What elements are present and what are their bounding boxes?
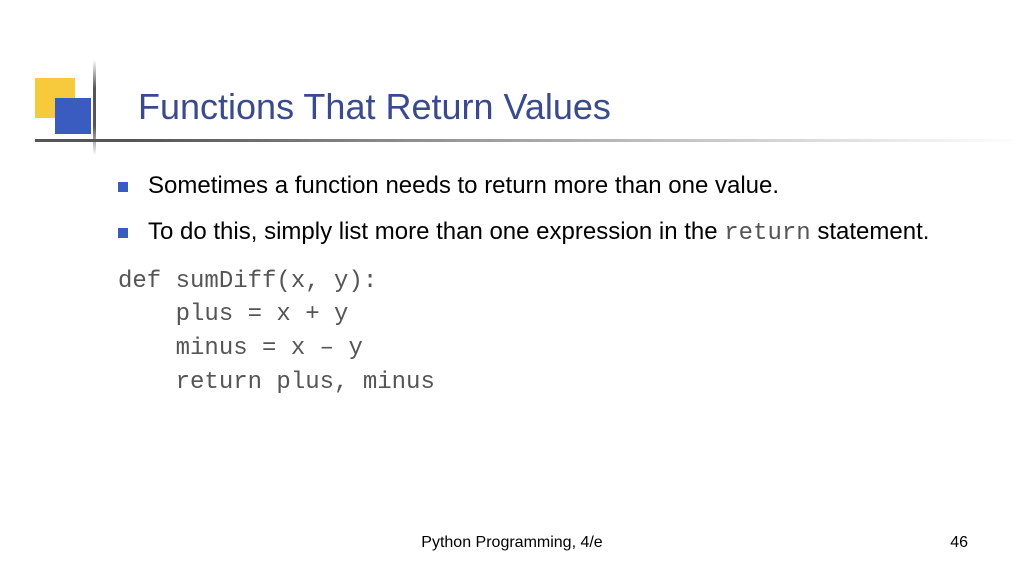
bullet-text: Sometimes a function needs to return mor… [148,170,964,202]
blue-square [55,98,91,134]
code-block: def sumDiff(x, y): plus = x + y minus = … [118,265,964,399]
footer-text: Python Programming, 4/e [0,534,1024,552]
bullet-icon [118,182,128,192]
slide-title: Functions That Return Values [138,86,611,128]
bullet-icon [118,228,128,238]
title-decoration [35,78,91,134]
page-number: 46 [950,534,968,552]
inline-code: return [724,220,810,247]
bullet-item: Sometimes a function needs to return mor… [118,170,964,202]
horizontal-divider [35,139,1024,142]
bullet-item: To do this, simply list more than one ex… [118,216,964,250]
bullet-text: To do this, simply list more than one ex… [148,216,964,250]
slide-content: Sometimes a function needs to return mor… [118,170,964,399]
